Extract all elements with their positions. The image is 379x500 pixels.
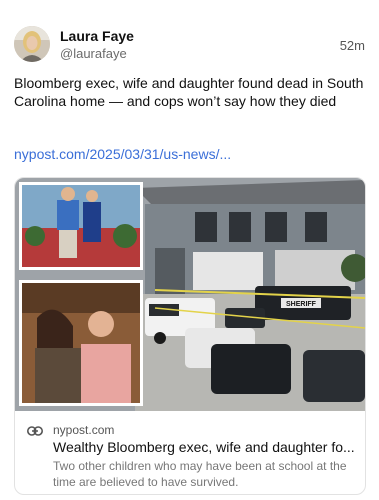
card-footer: nypost.com Wealthy Bloomberg exec, wife … <box>15 411 365 494</box>
card-description: Two other children who may have been at … <box>53 459 347 489</box>
card-domain: nypost.com <box>53 423 115 437</box>
card-title[interactable]: Wealthy Bloomberg exec, wife and daughte… <box>53 439 359 455</box>
sheriff-badge-text: SHERIFF <box>286 301 317 308</box>
author-handle[interactable]: @laurafaye <box>60 45 134 63</box>
preview-image: SHERIFF <box>15 178 365 411</box>
avatar-image <box>14 26 50 62</box>
post-header: Laura Faye @laurafaye 52m <box>14 26 365 66</box>
post-text: Bloomberg exec, wife and daughter found … <box>14 75 364 109</box>
post-link[interactable]: nypost.com/2025/03/31/us-news/... <box>14 146 231 162</box>
author-name[interactable]: Laura Faye <box>60 27 134 45</box>
link-icon <box>27 426 43 436</box>
post-timestamp[interactable]: 52m <box>340 38 365 53</box>
author-block: Laura Faye @laurafaye <box>60 27 134 63</box>
link-preview-card[interactable]: SHERIFF nypost.com Wealthy Bloomberg exe… <box>14 177 366 495</box>
post: Laura Faye @laurafaye 52m Bloomberg exec… <box>0 0 379 500</box>
avatar[interactable] <box>14 26 50 62</box>
